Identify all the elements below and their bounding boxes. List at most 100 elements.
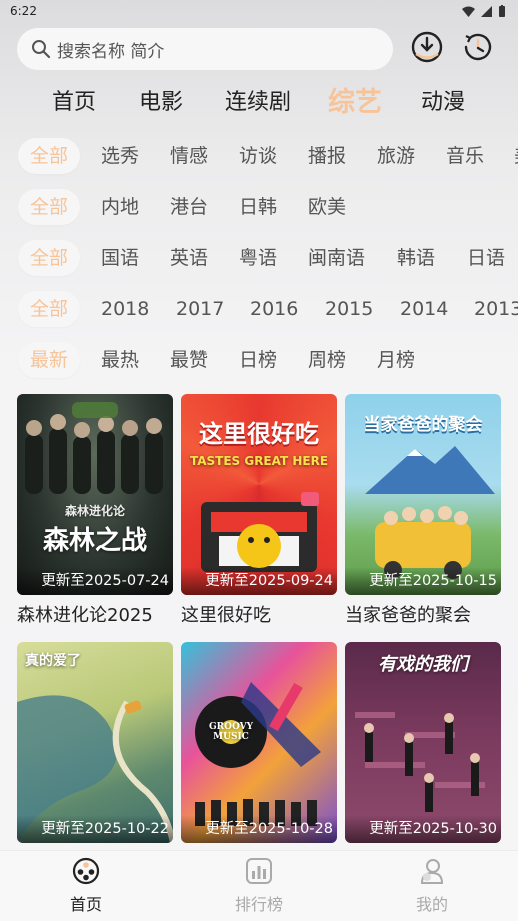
poster: 有戏的我们 更新至2025-10-30 bbox=[345, 642, 501, 843]
filter-row-sort: 最新 最热 最赞 日榜 周榜 月榜 bbox=[0, 340, 518, 380]
card-title: 森林进化论2025 bbox=[17, 605, 153, 626]
filter-type-interview[interactable]: 访谈 bbox=[239, 138, 277, 174]
status-bar: 6:22 bbox=[0, 0, 518, 22]
filter-region-all[interactable]: 全部 bbox=[18, 189, 81, 225]
filter-row-type: 全部 选秀 情感 访谈 播报 旅游 音乐 美 bbox=[0, 136, 518, 176]
poster-image bbox=[17, 394, 173, 595]
filter-lang-japanese[interactable]: 日语 bbox=[467, 240, 505, 276]
show-card[interactable]: 森林进化论 森林之战 更新至2025-07-24 森林进化论2025 bbox=[17, 394, 173, 627]
poster-illustration bbox=[17, 695, 173, 843]
bottom-nav-home[interactable]: 首页 bbox=[46, 857, 126, 915]
poster-subtitle-art: 森林进化论 bbox=[64, 504, 125, 518]
film-reel-icon bbox=[72, 857, 100, 885]
category-tabs: 首页 电影 连续剧 综艺 动漫 bbox=[0, 78, 518, 122]
poster: GROOVY MUSIC 更新至2025-10-28 bbox=[181, 642, 337, 843]
filter-region-western[interactable]: 欧美 bbox=[308, 189, 346, 225]
tab-anime[interactable]: 动漫 bbox=[421, 84, 465, 116]
poster-image bbox=[17, 642, 173, 843]
filter-type-talent[interactable]: 选秀 bbox=[101, 138, 139, 174]
search-input[interactable]: 搜索名称 简介 bbox=[17, 28, 393, 70]
poster: 这里很好吃 TASTES GREAT HERE 更新至2025-09-24 bbox=[181, 394, 337, 595]
top-bar: 搜索名称 简介 bbox=[0, 24, 518, 72]
poster-title-art: 当家爸爸的聚会 bbox=[363, 415, 483, 435]
sort-most-liked[interactable]: 最赞 bbox=[170, 342, 208, 378]
sort-hottest[interactable]: 最热 bbox=[101, 342, 139, 378]
search-placeholder: 搜索名称 简介 bbox=[57, 41, 165, 62]
sort-weekly-chart[interactable]: 周榜 bbox=[308, 342, 346, 378]
filter-region-hk-tw[interactable]: 港台 bbox=[170, 189, 208, 225]
tab-variety[interactable]: 综艺 bbox=[328, 80, 382, 119]
update-label: 更新至2025-10-22 bbox=[17, 815, 173, 843]
poster-title-art: GROOVY MUSIC bbox=[208, 722, 254, 742]
chart-icon bbox=[246, 858, 272, 884]
filter-lang-korean[interactable]: 韩语 bbox=[397, 240, 435, 276]
update-label: 更新至2025-10-15 bbox=[345, 567, 501, 595]
poster-title-art: 森林之战 bbox=[42, 526, 147, 556]
filter-year-2015[interactable]: 2015 bbox=[325, 291, 373, 327]
poster-subtitle-art: TASTES GREAT HERE bbox=[189, 454, 329, 468]
filter-lang-hokkien[interactable]: 闽南语 bbox=[308, 240, 365, 276]
filter-type-news[interactable]: 播报 bbox=[308, 138, 346, 174]
card-title: 这里很好吃 bbox=[181, 605, 271, 626]
filter-year-all[interactable]: 全部 bbox=[18, 291, 81, 327]
sort-daily-chart[interactable]: 日榜 bbox=[239, 342, 277, 378]
update-label: 更新至2025-10-30 bbox=[345, 815, 501, 843]
battery-icon bbox=[499, 5, 505, 17]
poster-title-art: 有戏的我们 bbox=[378, 654, 468, 675]
show-card[interactable]: 有戏的我们 更新至2025-10-30 bbox=[345, 642, 501, 843]
update-label: 更新至2025-07-24 bbox=[17, 567, 173, 595]
filter-type-romance[interactable]: 情感 bbox=[170, 138, 208, 174]
poster-illustration bbox=[25, 402, 163, 494]
poster-image bbox=[181, 642, 337, 843]
filter-type-all[interactable]: 全部 bbox=[18, 138, 81, 174]
status-time: 6:22 bbox=[10, 4, 37, 18]
filter-lang-cantonese[interactable]: 粤语 bbox=[239, 240, 277, 276]
sort-latest[interactable]: 最新 bbox=[18, 342, 81, 378]
filter-year-2016[interactable]: 2016 bbox=[250, 291, 298, 327]
bottom-nav-label: 首页 bbox=[69, 895, 102, 914]
bottom-nav-ranking[interactable]: 排行榜 bbox=[219, 857, 299, 915]
filter-lang-mandarin[interactable]: 国语 bbox=[101, 240, 139, 276]
tab-home[interactable]: 首页 bbox=[52, 84, 96, 116]
history-button[interactable] bbox=[461, 30, 495, 64]
poster-title-art: 真的爱了 bbox=[25, 653, 81, 669]
poster-illustration bbox=[195, 682, 321, 826]
filter-year-2017[interactable]: 2017 bbox=[176, 291, 224, 327]
filter-year-2018[interactable]: 2018 bbox=[101, 291, 149, 327]
poster-title-art: 这里很好吃 bbox=[199, 419, 319, 448]
download-icon bbox=[411, 31, 443, 63]
filter-row-region: 全部 内地 港台 日韩 欧美 bbox=[0, 187, 518, 227]
card-title: 当家爸爸的聚会 bbox=[345, 605, 471, 626]
tab-movies[interactable]: 电影 bbox=[139, 84, 183, 116]
show-card[interactable]: 这里很好吃 TASTES GREAT HERE 更新至2025-09-24 这里… bbox=[181, 394, 337, 627]
wifi-icon bbox=[462, 6, 475, 17]
show-card[interactable]: 当家爸爸的聚会 更新至2025-10-15 当家爸爸的聚会 bbox=[345, 394, 501, 627]
sort-monthly-chart[interactable]: 月榜 bbox=[377, 342, 415, 378]
filter-row-year: 全部 2018 2017 2016 2015 2014 2013 bbox=[0, 289, 518, 329]
filter-year-2013[interactable]: 2013 bbox=[474, 291, 518, 327]
show-card[interactable]: GROOVY MUSIC 更新至2025-10-28 bbox=[181, 642, 337, 843]
filter-type-more[interactable]: 美 bbox=[514, 138, 518, 174]
download-button[interactable] bbox=[410, 30, 444, 64]
bottom-nav-profile[interactable]: 我的 bbox=[392, 857, 472, 915]
filter-region-jp-kr[interactable]: 日韩 bbox=[239, 189, 277, 225]
update-label: 更新至2025-09-24 bbox=[181, 567, 337, 595]
poster: 当家爸爸的聚会 更新至2025-10-15 bbox=[345, 394, 501, 595]
bottom-nav-label: 排行榜 bbox=[234, 895, 283, 914]
filter-lang-english[interactable]: 英语 bbox=[170, 240, 208, 276]
profile-icon bbox=[420, 859, 444, 884]
poster: 真的爱了 更新至2025-10-22 bbox=[17, 642, 173, 843]
tab-series[interactable]: 连续剧 bbox=[225, 84, 291, 116]
bottom-nav: 首页 排行榜 我的 bbox=[0, 850, 518, 921]
filter-year-2014[interactable]: 2014 bbox=[400, 291, 448, 327]
filter-lang-all[interactable]: 全部 bbox=[18, 240, 81, 276]
show-card[interactable]: 真的爱了 更新至2025-10-22 bbox=[17, 642, 173, 843]
update-label: 更新至2025-10-28 bbox=[181, 815, 337, 843]
signal-icon bbox=[481, 5, 492, 17]
history-icon bbox=[464, 33, 492, 61]
search-icon bbox=[32, 40, 51, 59]
filter-region-mainland[interactable]: 内地 bbox=[101, 189, 139, 225]
poster: 森林进化论 森林之战 更新至2025-07-24 bbox=[17, 394, 173, 595]
filter-type-travel[interactable]: 旅游 bbox=[377, 138, 415, 174]
filter-type-music[interactable]: 音乐 bbox=[446, 138, 484, 174]
